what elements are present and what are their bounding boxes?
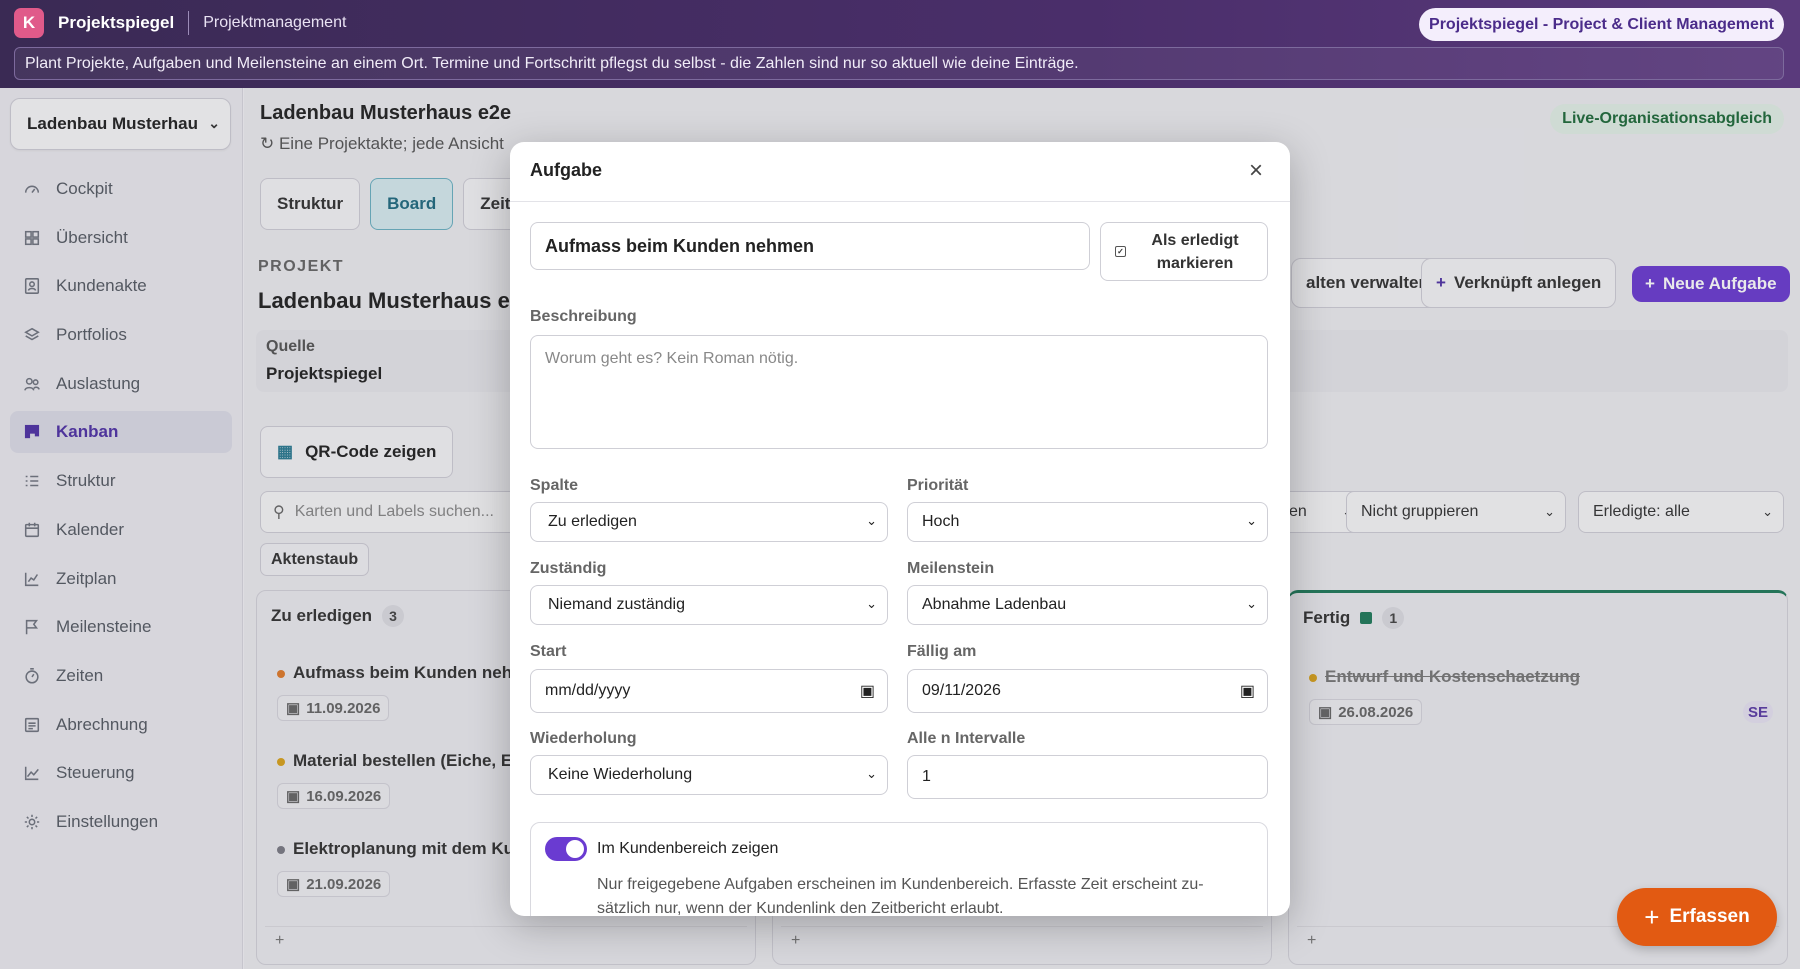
quick-capture-button[interactable]: + Erfassen <box>1617 888 1777 946</box>
close-icon[interactable]: × <box>1244 159 1268 184</box>
chevron-down-icon: ⌄ <box>866 596 877 611</box>
checkbox-icon: ✓ <box>1115 246 1126 257</box>
description-textarea[interactable]: Worum geht es? Kein Roman nötig. <box>530 335 1268 449</box>
due-date-input[interactable]: 09/11/2026 ▣ <box>907 669 1268 713</box>
assignee-label: Zuständig <box>530 560 607 577</box>
due-label: Fällig am <box>907 643 977 660</box>
calendar-icon: ▣ <box>859 683 875 700</box>
milestone-label: Meilenstein <box>907 560 995 577</box>
top-bar: K Projektspiegel Projektmanagement Proje… <box>0 0 1800 88</box>
task-title-input[interactable]: Aufmass beim Kunden nehmen <box>530 222 1090 270</box>
priority-label: Priorität <box>907 477 969 494</box>
plus-icon: + <box>1644 901 1660 932</box>
start-date-input[interactable]: mm/dd/yyyy ▣ <box>530 669 888 713</box>
chevron-down-icon: ⌄ <box>1246 513 1257 528</box>
brand-section: Projektmanagement <box>203 14 347 31</box>
milestone-select[interactable]: Abnahme Ladenbau ⌄ <box>907 585 1268 625</box>
assignee-select[interactable]: Niemand zuständig ⌄ <box>530 585 888 625</box>
dialog-title: Aufgabe <box>530 160 602 180</box>
client-visibility-box: Im Kundenbereich zeigen Nur freigegebene… <box>530 822 1268 916</box>
chevron-down-icon: ⌄ <box>866 766 877 781</box>
column-label: Spalte <box>530 477 579 494</box>
chevron-down-icon: ⌄ <box>1246 596 1257 611</box>
repeat-label: Wiederholung <box>530 730 637 747</box>
info-notice: Plant Projekte, Aufgaben und Meilenstein… <box>14 47 1784 80</box>
client-visibility-label: Im Kundenbereich zeigen <box>597 840 779 857</box>
brand-name: Projektspiegel <box>58 13 175 32</box>
repeat-select[interactable]: Keine Wiederholung ⌄ <box>530 755 888 795</box>
mark-done-button[interactable]: ✓ Als erledigt markieren <box>1100 222 1268 281</box>
task-dialog: Aufgabe × Aufmass beim Kunden nehmen ✓ Al… <box>510 142 1290 916</box>
client-visibility-toggle[interactable] <box>545 837 587 861</box>
start-label: Start <box>530 643 567 660</box>
interval-input[interactable]: 1 <box>907 755 1268 799</box>
calendar-icon: ▣ <box>1239 683 1255 700</box>
brand[interactable]: K Projektspiegel Projektmanagement <box>14 8 346 38</box>
brand-divider <box>188 11 190 35</box>
interval-label: Alle n Intervalle <box>907 730 1026 747</box>
client-visibility-desc: Nur freigegebene Aufgaben erscheinen im … <box>597 876 1204 916</box>
brand-logo: K <box>14 8 44 38</box>
description-label: Beschreibung <box>530 308 637 325</box>
dialog-header: Aufgabe × <box>510 142 1290 202</box>
product-badge[interactable]: Projektspiegel - Project & Client Manage… <box>1419 8 1784 41</box>
priority-select[interactable]: Hoch ⌄ <box>907 502 1268 542</box>
chevron-down-icon: ⌄ <box>866 513 877 528</box>
column-select[interactable]: Zu erledigen ⌄ <box>530 502 888 542</box>
